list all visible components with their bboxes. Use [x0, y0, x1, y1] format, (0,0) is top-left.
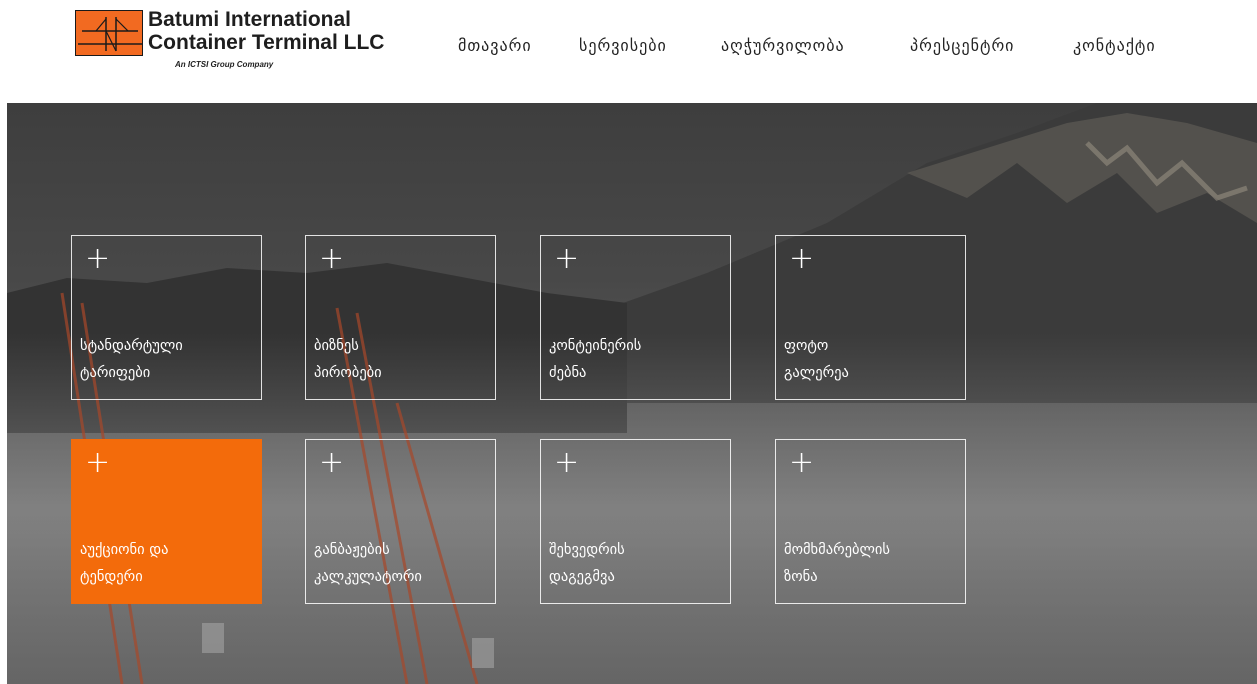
tile-container-search[interactable]: + კონტეინერის ძებნა — [540, 235, 731, 400]
tile-label: სტანდარტული ტარიფები — [80, 338, 183, 381]
plus-icon: + — [554, 241, 580, 276]
tile-standard-tariffs[interactable]: + სტანდარტული ტარიფები — [71, 235, 262, 400]
tile-photo-gallery[interactable]: + ფოტო გალერეა — [775, 235, 966, 400]
logo-title-line2: Container Terminal LLC — [148, 31, 385, 54]
plus-icon: + — [789, 445, 815, 480]
tile-meeting-scheduling[interactable]: + შეხვედრის დაგეგმვა — [540, 439, 731, 604]
plus-icon: + — [319, 241, 345, 276]
nav-item-press-center[interactable]: პრესცენტრი — [910, 36, 1014, 55]
tile-auction-tender[interactable]: + აუქციონი და ტენდერი — [71, 439, 262, 604]
logo-tagline: An ICTSI Group Company — [175, 60, 274, 69]
tile-label: მომხმარებლის ზონა — [784, 542, 890, 585]
plus-icon: + — [85, 241, 111, 276]
crane-logo-icon — [75, 10, 143, 56]
tile-label: კონტეინერის ძებნა — [549, 338, 642, 381]
nav-item-home[interactable]: მთავარი — [458, 36, 532, 55]
plus-icon: + — [789, 241, 815, 276]
logo-title-line1: Batumi International — [148, 8, 352, 31]
company-logo[interactable]: Batumi International Container Terminal … — [75, 8, 415, 78]
plus-icon: + — [554, 445, 580, 480]
hero-banner: + სტანდარტული ტარიფები + ბიზნეს პირობები +… — [7, 103, 1257, 684]
tile-customs-calculator[interactable]: + განბაჟების კალკულატორი — [305, 439, 496, 604]
tile-label: განბაჟების კალკულატორი — [314, 542, 422, 585]
tile-label: ბიზნეს პირობები — [314, 338, 382, 381]
tile-label: ფოტო გალერეა — [784, 338, 849, 381]
tile-label: აუქციონი და ტენდერი — [80, 542, 169, 585]
tile-customer-zone[interactable]: + მომხმარებლის ზონა — [775, 439, 966, 604]
tile-business-terms[interactable]: + ბიზნეს პირობები — [305, 235, 496, 400]
tile-label: შეხვედრის დაგეგმვა — [549, 542, 625, 585]
plus-icon: + — [319, 445, 345, 480]
site-header: Batumi International Container Terminal … — [0, 0, 1257, 103]
nav-item-equipment[interactable]: აღჭურვილობა — [721, 36, 845, 55]
nav-item-contact[interactable]: კონტაქტი — [1073, 36, 1156, 55]
nav-item-services[interactable]: სერვისები — [579, 36, 667, 55]
plus-icon: + — [85, 445, 111, 480]
